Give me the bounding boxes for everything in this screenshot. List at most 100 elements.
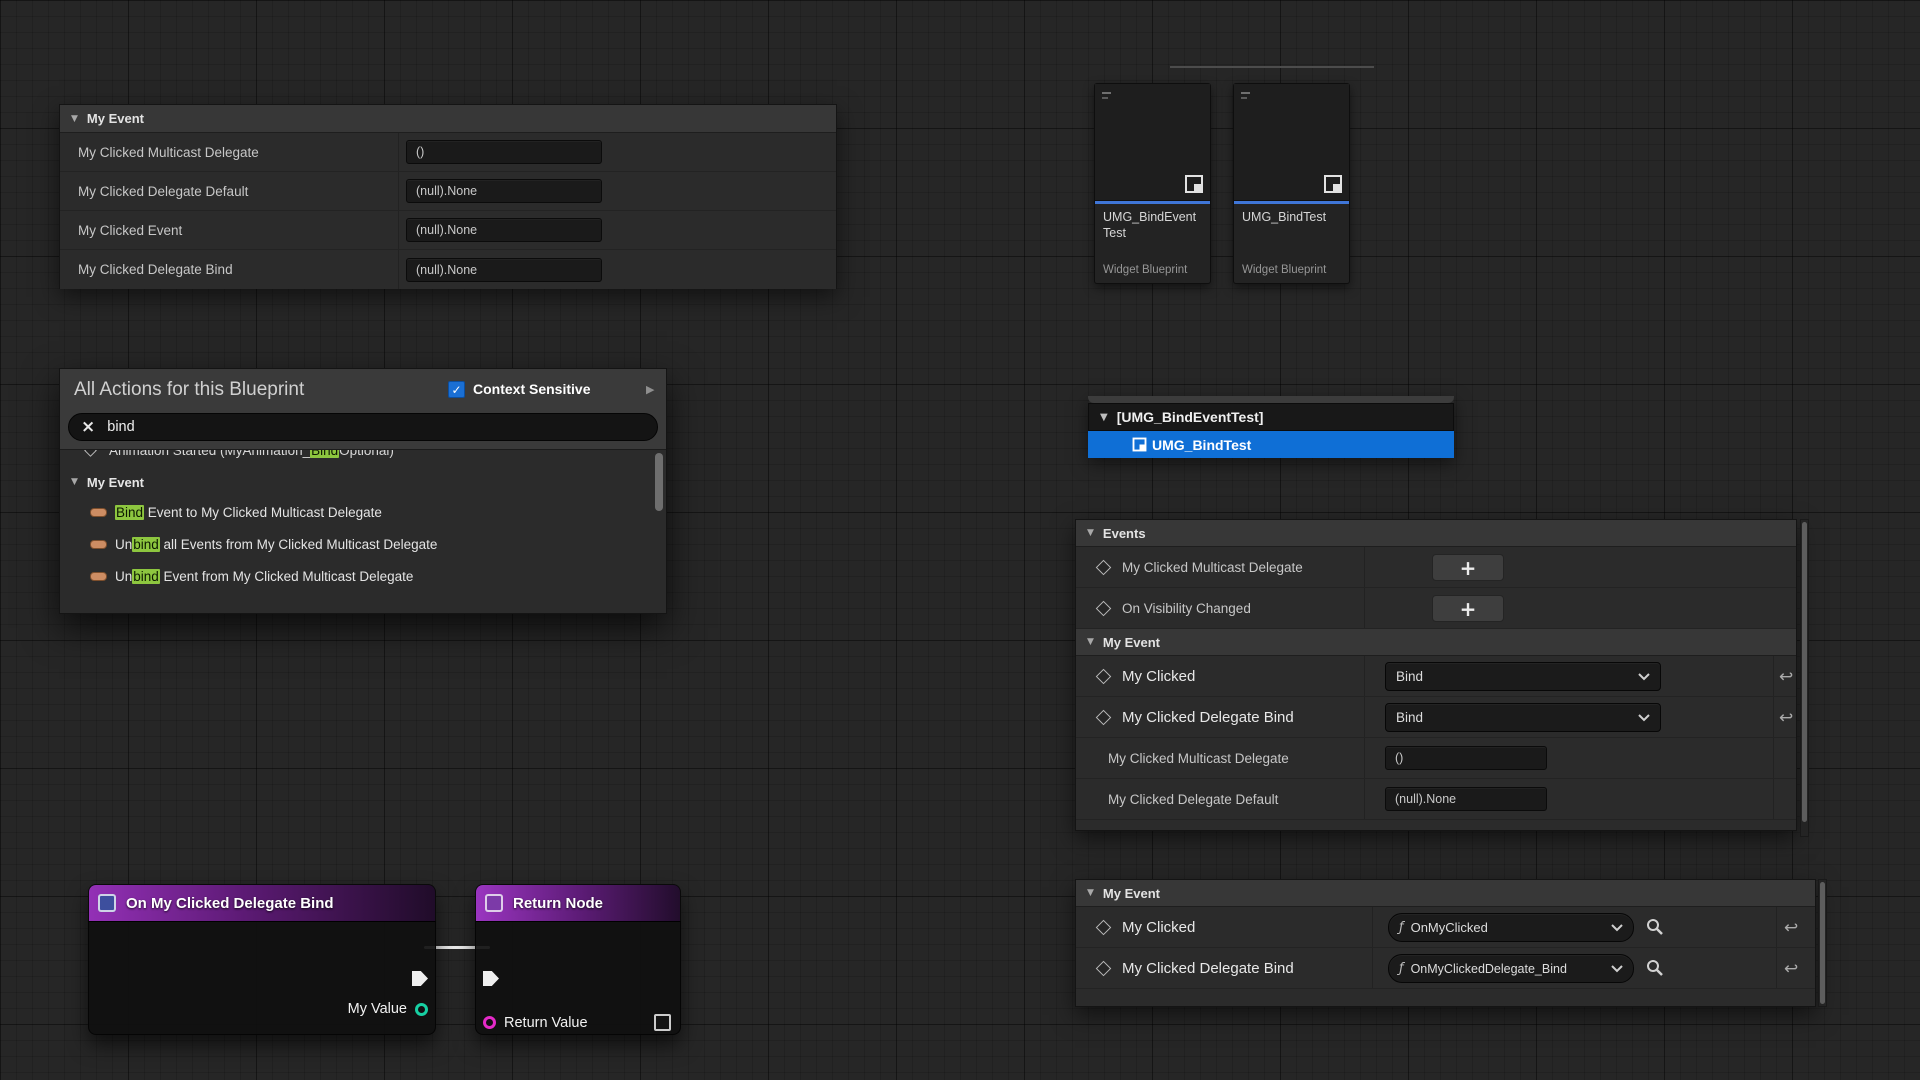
bind-dropdown[interactable]: Bind xyxy=(1385,662,1661,691)
tree-root-row[interactable]: ▼ [UMG_BindEventTest] xyxy=(1088,403,1454,431)
column-divider xyxy=(1364,588,1365,628)
action-text: Event from My Clicked Multicast Delegate xyxy=(160,569,414,584)
node-on-my-clicked-delegate-bind[interactable]: On My Clicked Delegate Bind My Value xyxy=(88,884,436,1035)
reset-to-default-icon[interactable]: ↩ xyxy=(1779,667,1793,687)
thumbnail-detail xyxy=(1102,97,1108,99)
search-icon[interactable] xyxy=(1646,959,1664,977)
bind-label: My Clicked Delegate Bind xyxy=(1122,960,1294,977)
category-header-my-event[interactable]: ▼ My Event xyxy=(1076,629,1796,656)
column-divider xyxy=(1776,948,1777,988)
scrollbar-thumb[interactable] xyxy=(1820,882,1825,1004)
return-node-icon xyxy=(485,894,503,912)
node-header[interactable]: On My Clicked Delegate Bind xyxy=(88,884,436,921)
event-pin-icon xyxy=(1096,919,1112,935)
thumbnail-detail xyxy=(1241,92,1250,94)
chevron-down-icon xyxy=(1638,673,1650,681)
event-pin-icon xyxy=(1096,600,1112,616)
column-divider xyxy=(1773,738,1774,778)
action-item[interactable]: Bind Event to My Clicked Multicast Deleg… xyxy=(60,499,666,526)
scrollbar-thumb[interactable] xyxy=(1802,522,1807,822)
action-item[interactable]: Unbind all Events from My Clicked Multic… xyxy=(60,531,666,558)
collapse-arrow-icon[interactable]: ▼ xyxy=(1087,888,1094,898)
blueprint-graph-canvas[interactable]: On My Clicked Delegate Bind My Value Ret… xyxy=(0,0,1920,1080)
all-actions-popup: All Actions for this Blueprint ✓ Context… xyxy=(59,368,667,614)
function-dropdown[interactable]: ƒ OnMyClickedDelegate_Bind xyxy=(1388,954,1634,983)
match-highlight: bind xyxy=(132,537,160,552)
asset-name: UMG_BindEventTest xyxy=(1095,204,1210,256)
reset-to-default-icon[interactable]: ↩ xyxy=(1784,959,1798,979)
exec-input-pin[interactable] xyxy=(483,971,499,986)
clipped-list-item[interactable]: Animation Started (MyAnimation_BindOptio… xyxy=(60,449,666,462)
column-divider xyxy=(398,133,399,171)
pin-label: My Value xyxy=(348,1001,407,1017)
property-value-field[interactable]: () xyxy=(1385,746,1547,770)
property-value-field[interactable]: (null).None xyxy=(1385,787,1547,811)
property-row: My Clicked Delegate Default (null).None xyxy=(60,172,836,211)
exec-output-pin[interactable] xyxy=(412,971,428,986)
details-panel-events: ▼ Events My Clicked Multicast Delegate +… xyxy=(1075,519,1797,831)
reset-to-default-icon[interactable]: ↩ xyxy=(1784,918,1798,938)
add-event-button[interactable]: + xyxy=(1432,554,1504,581)
delegate-icon xyxy=(90,508,107,517)
collapse-arrow-icon[interactable]: ▼ xyxy=(1087,637,1094,647)
action-text: Un xyxy=(115,537,132,552)
blueprint-tree-panel: ▼ [UMG_BindEventTest] UMG_BindTest xyxy=(1088,396,1454,458)
output-pin-row: My Value xyxy=(348,1001,428,1017)
property-label: My Clicked Delegate Default xyxy=(78,184,248,199)
category-header-my-event[interactable]: ▼ My Event xyxy=(60,105,836,133)
bind-row: My Clicked Bind ↩ xyxy=(1076,656,1796,697)
action-item[interactable]: Unbind Event from My Clicked Multicast D… xyxy=(60,563,666,590)
function-dropdown[interactable]: ƒ OnMyClicked xyxy=(1388,913,1634,942)
category-header-events[interactable]: ▼ Events xyxy=(1076,520,1796,547)
plus-icon: + xyxy=(1460,597,1477,621)
search-icon[interactable] xyxy=(1646,918,1664,936)
column-divider xyxy=(1364,779,1365,819)
details-scrollbar[interactable] xyxy=(1818,879,1827,1007)
collapse-arrow-icon[interactable]: ▼ xyxy=(71,114,78,124)
column-divider xyxy=(1776,907,1777,947)
context-sensitive-checkbox[interactable]: ✓ xyxy=(448,381,465,398)
return-value-input-pin[interactable] xyxy=(483,1016,496,1029)
function-icon: ƒ xyxy=(1399,961,1404,976)
details-panel-top-left: ▼ My Event My Clicked Multicast Delegate… xyxy=(59,104,837,289)
thumbnail-detail xyxy=(1102,92,1111,94)
collapse-arrow-icon[interactable]: ▼ xyxy=(71,477,78,487)
dropdown-value: OnMyClicked xyxy=(1411,920,1611,935)
property-value-field[interactable]: (null).None xyxy=(406,179,602,203)
event-pin-icon xyxy=(1096,960,1112,976)
search-bar[interactable]: × xyxy=(68,413,658,441)
my-value-output-pin[interactable] xyxy=(415,1003,428,1016)
reset-to-default-icon[interactable]: ↩ xyxy=(1779,708,1793,728)
search-input[interactable] xyxy=(107,419,587,435)
function-bind-row: My Clicked Delegate Bind ƒ OnMyClickedDe… xyxy=(1076,948,1815,989)
collapse-arrow-icon[interactable]: ▼ xyxy=(1087,528,1094,538)
return-value-checkbox[interactable] xyxy=(654,1014,671,1031)
add-event-button[interactable]: + xyxy=(1432,595,1504,622)
asset-tile[interactable]: UMG_BindTest Widget Blueprint xyxy=(1233,83,1350,284)
node-return-node[interactable]: Return Node Return Value xyxy=(475,884,681,1035)
property-value-field[interactable]: (null).None xyxy=(406,218,602,242)
asset-tile[interactable]: UMG_BindEventTest Widget Blueprint xyxy=(1094,83,1211,284)
column-divider xyxy=(1364,738,1365,778)
popup-scrollbar-thumb[interactable] xyxy=(655,453,663,511)
category-label: My Event xyxy=(87,475,144,490)
tree-root-label: [UMG_BindEventTest] xyxy=(1117,409,1264,425)
popup-title: All Actions for this Blueprint xyxy=(74,379,304,401)
match-highlight: bind xyxy=(132,569,160,584)
node-header[interactable]: Return Node xyxy=(475,884,681,921)
tree-child-row-selected[interactable]: UMG_BindTest xyxy=(1088,431,1454,458)
bind-dropdown[interactable]: Bind xyxy=(1385,703,1661,732)
category-header-my-event[interactable]: ▼ My Event xyxy=(1076,880,1815,907)
event-pin-icon xyxy=(84,449,97,456)
property-value-field[interactable]: () xyxy=(406,140,602,164)
actions-category-my-event[interactable]: ▼ My Event xyxy=(60,470,666,494)
event-label: On Visibility Changed xyxy=(1122,601,1251,616)
input-pin-row: Return Value xyxy=(483,1014,671,1031)
collapse-arrow-icon[interactable]: ▼ xyxy=(1100,412,1108,423)
event-row: My Clicked Multicast Delegate + xyxy=(1076,547,1796,588)
expand-right-icon[interactable]: ▶ xyxy=(646,383,654,396)
category-label: My Event xyxy=(1103,635,1160,650)
property-value-field[interactable]: (null).None xyxy=(406,258,602,282)
close-icon[interactable]: × xyxy=(81,419,95,436)
details-scrollbar[interactable] xyxy=(1800,519,1809,837)
